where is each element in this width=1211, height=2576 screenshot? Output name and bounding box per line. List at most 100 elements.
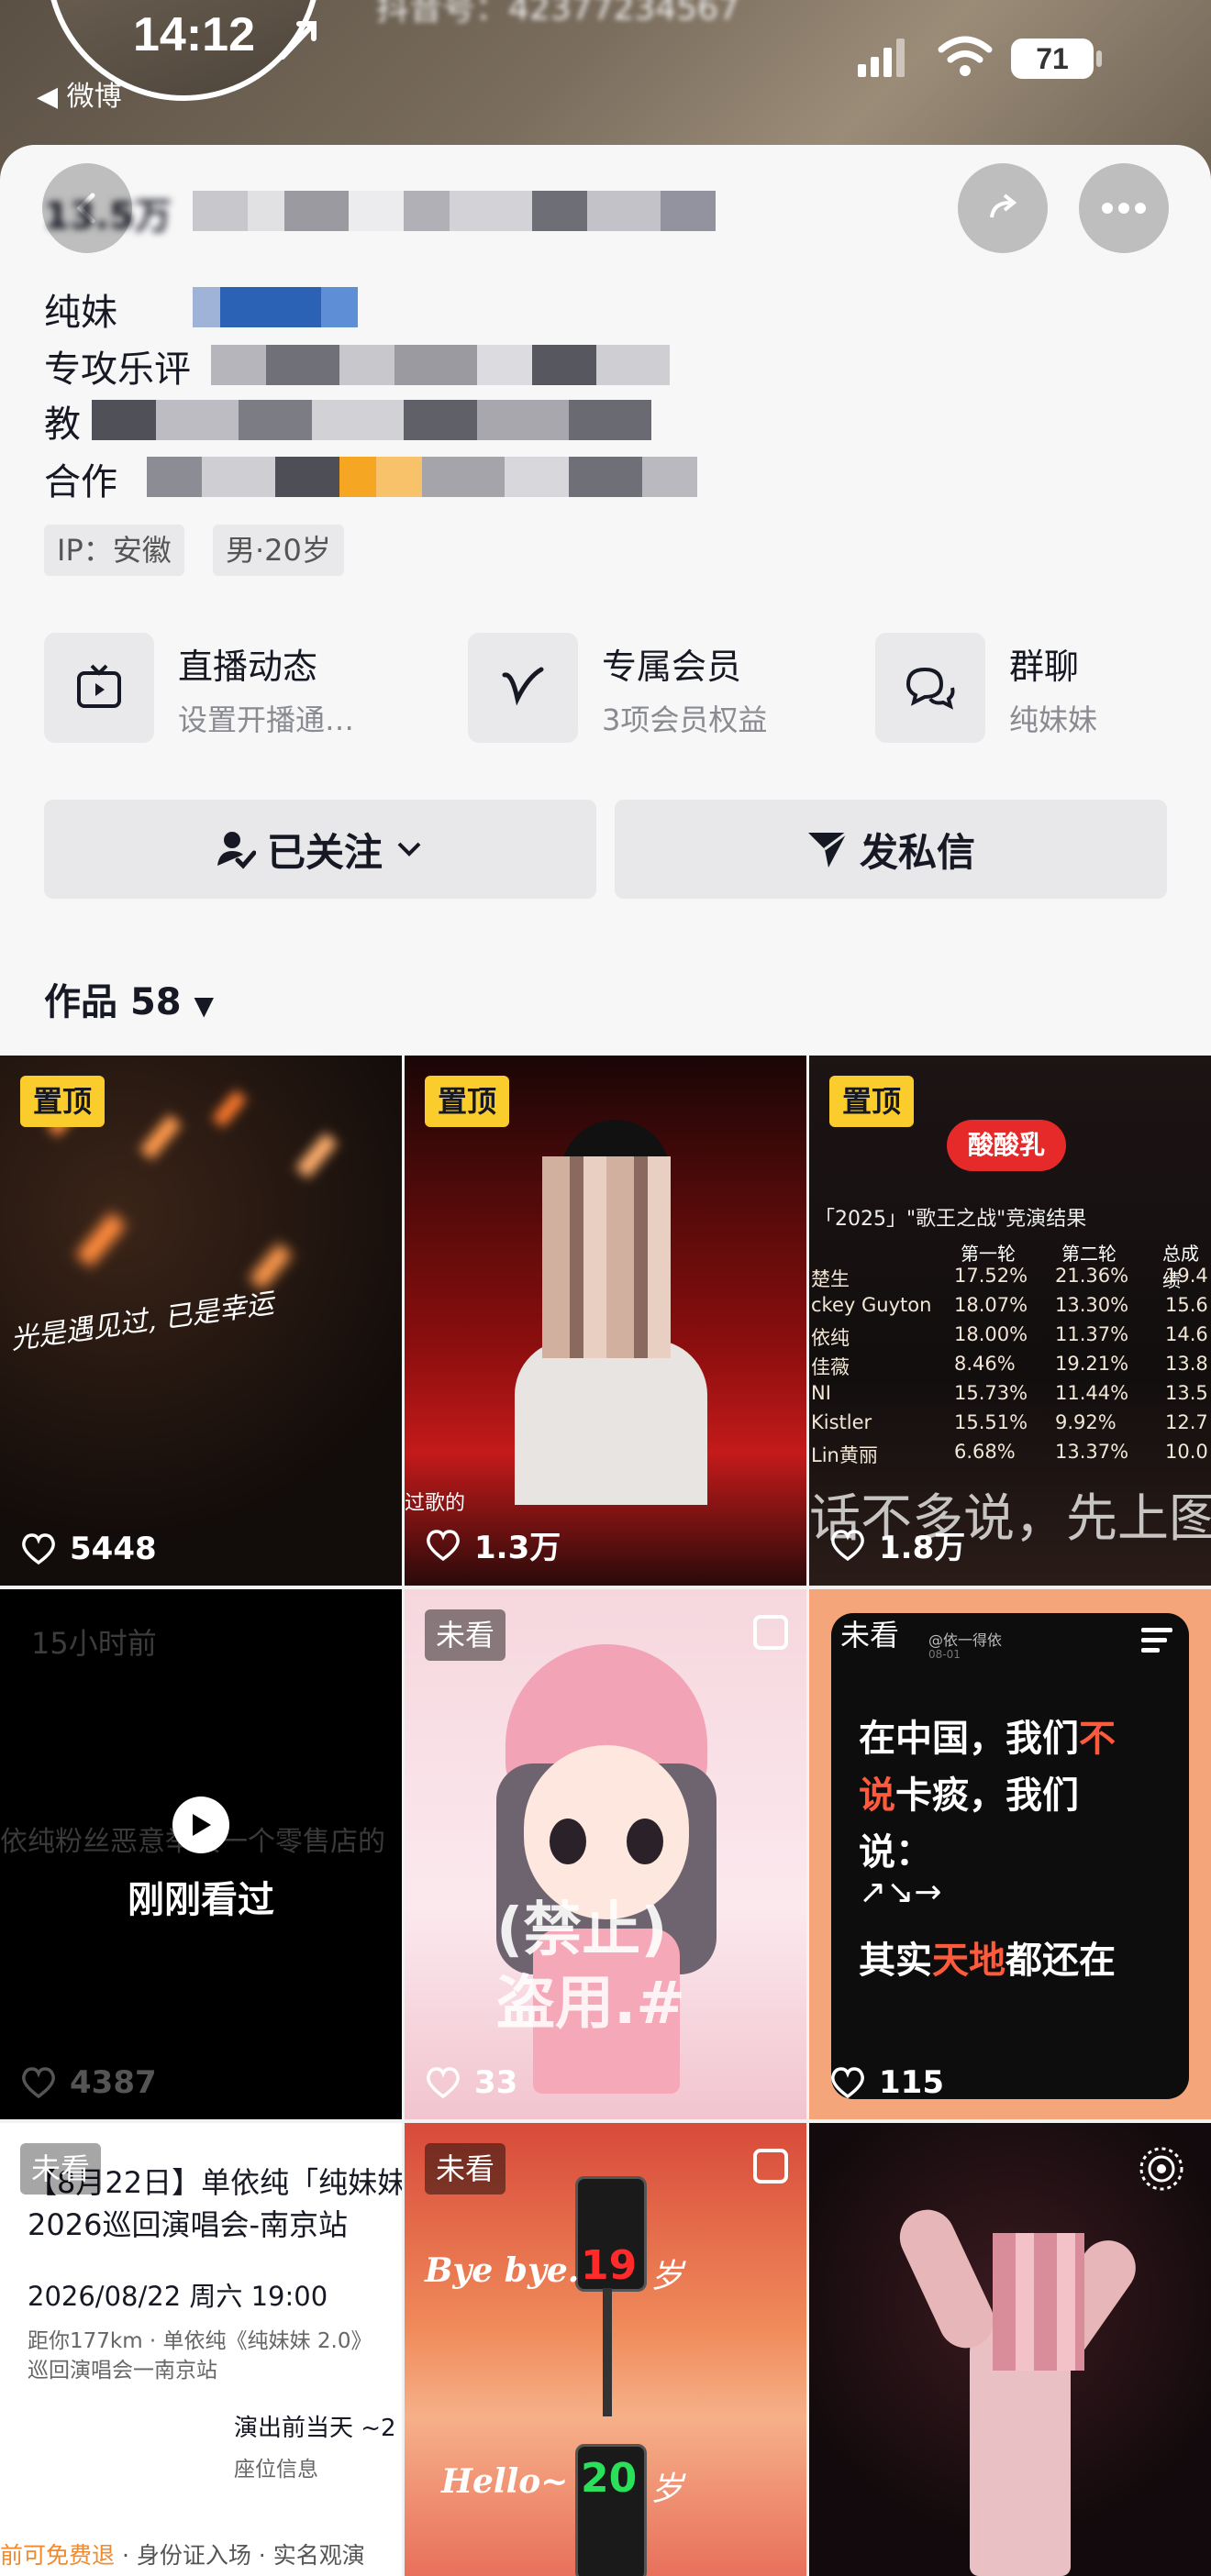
like-count: 4387 [70, 2064, 157, 2101]
results-row: 楚生 17.52% 21.36% 19.4 [811, 1265, 1208, 1290]
traffic-pole [603, 2288, 612, 2416]
ticket-seat-info: 座位信息 [234, 2458, 318, 2482]
heart-icon [831, 2067, 864, 2099]
like-count: 33 [474, 2064, 518, 2101]
unseen-badge: 未看 [840, 1618, 900, 1653]
tile-6-line-1: 在中国，我们不 [859, 1718, 1116, 1760]
video-tile-4[interactable]: 15小时前 依纯粉丝恶意举报一个零售店的 刚刚看过 4387 [0, 1589, 402, 2119]
watched-label: 刚刚看过 [128, 1879, 274, 1921]
tile-6-handle: @依一得依 [928, 1631, 1003, 1649]
bye-text: Bye bye. [425, 2251, 580, 2290]
back-app-label: 微博 [66, 81, 122, 113]
play-circle-icon [172, 1797, 229, 1853]
ticket-distance-2: 巡回演唱会一南京站 [28, 2359, 217, 2383]
video-tile-2[interactable]: 过歌的 置顶 1.3万 [405, 1056, 806, 1586]
video-tile-7[interactable]: 【8月22日】单依纯「纯妹妹 2026巡回演唱会-南京站 2026/08/22 … [0, 2123, 402, 2576]
bio-mosaic-4 [147, 457, 697, 497]
tile-6-likes: 115 [829, 2064, 944, 2101]
tile-5-likes: 33 [425, 2064, 517, 2101]
bio-line-4-text: 合作 [44, 461, 117, 503]
ticket-refund: 演出前当天 ~2 [234, 2415, 396, 2442]
age-19: 19 [581, 2242, 638, 2289]
video-tile-1[interactable]: 光是遇见过, 已是幸运 置顶 5448 [0, 1056, 402, 1586]
heart-icon [427, 1529, 460, 1561]
tile-6-line-4: 其实天地都还在 [859, 1940, 1116, 1982]
tile-6-line-2: 说卡痰，我们 [859, 1774, 1079, 1817]
status-bar: 14:12 ◀ 微博 71 [0, 0, 1211, 138]
group-chat-icon [905, 667, 955, 710]
works-header[interactable]: 作品 58 ▼ [44, 972, 214, 1025]
share-button[interactable] [958, 163, 1048, 253]
profile-card: 13.5万 纯妹 专攻乐评 教 合作 IP：安徽 男·20岁 直播动态 设置开播… [0, 145, 1211, 1062]
heart-icon [22, 1533, 55, 1565]
feature-live-icon-box [44, 633, 154, 743]
heart-icon [831, 1529, 864, 1561]
tile-5-overlay-1: (禁止) [496, 1896, 668, 1964]
share-icon [990, 193, 1017, 218]
unseen-badge: 未看 [20, 2143, 102, 2195]
select-checkbox[interactable] [753, 2149, 788, 2184]
status-time: 14:12 [133, 8, 255, 61]
video-tile-9[interactable] [809, 2123, 1211, 2576]
video-tile-8[interactable]: Bye bye. 19 岁 Hello~ 20 岁 未看 [405, 2123, 806, 2576]
hello-text: Hello~ [441, 2462, 569, 2501]
location-arrow-icon [280, 21, 317, 60]
face-mosaic [542, 1156, 671, 1358]
arrows-icon: ↗↘→ [859, 1874, 942, 1911]
chevron-down-icon [397, 842, 421, 857]
live-photo-icon [1139, 2147, 1183, 2191]
bio-mosaic-2 [211, 345, 670, 385]
tile-6-line-3: 说： [859, 1831, 932, 1874]
bio-line-4: 合作 [44, 452, 117, 505]
ticket-date: 2026/08/22 周六 19:00 [28, 2281, 328, 2312]
tile-6-date: 08-01 [928, 1648, 961, 1661]
more-button[interactable] [1079, 163, 1169, 253]
name-mosaic [193, 287, 358, 327]
gender-age-tag: 男·20岁 [213, 525, 344, 576]
results-row: 依纯 18.00% 11.37% 14.6 [811, 1323, 1208, 1349]
results-row: ckey Guyton 18.07% 13.30% 15.6 [811, 1294, 1208, 1316]
heart-icon [22, 2067, 55, 2099]
results-title: 「2025」"歌王之战"竞演结果 [815, 1208, 1087, 1231]
user-check-icon [217, 832, 256, 869]
feature-member-subtitle: 3项会员权益 [602, 702, 768, 737]
profile-stats: 13.5万 [44, 195, 172, 238]
results-row: 佳薇 8.46% 19.21% 13.8 [811, 1353, 1208, 1378]
feature-group-title: 群聊 [1009, 647, 1080, 687]
feature-live-subtitle: 设置开播通… [178, 702, 355, 737]
tile-4-likes: 4387 [20, 2064, 157, 2101]
age-20: 20 [581, 2455, 638, 2502]
tile-4-time: 15小时前 [31, 1626, 157, 1661]
bio-line-2-text: 专攻乐评 [44, 348, 191, 391]
col-round1: 第一轮 [961, 1243, 1016, 1265]
feature-group-subtitle: 纯妹妹 [1009, 702, 1098, 737]
pinned-badge: 置顶 [20, 1076, 106, 1127]
follow-button[interactable]: 已关注 [44, 800, 596, 899]
like-count: 115 [879, 2064, 944, 2101]
message-label: 发私信 [859, 829, 975, 875]
age-20-unit: 岁 [650, 2471, 684, 2508]
video-tile-5[interactable]: (禁止) 盗用.# 未看 33 [405, 1589, 806, 2119]
heart-icon [427, 2067, 460, 2099]
feature-group-icon-box [875, 633, 985, 743]
results-row: Lin黄丽 6.68% 13.37% 10.0 [811, 1441, 1208, 1466]
feature-live-title: 直播动态 [178, 647, 318, 687]
video-tile-6[interactable]: @依一得依 08-01 在中国，我们不 说卡痰，我们 说： ↗↘→ 其实天地都还… [809, 1589, 1211, 2119]
tile-2-likes: 1.3万 [425, 1522, 561, 1567]
battery-level: 71 [1036, 42, 1069, 75]
results-table: 楚生 17.52% 21.36% 19.4 ckey Guyton 18.07% 13.3… [809, 1265, 1211, 1470]
face-mosaic [993, 2233, 1084, 2371]
video-tile-3[interactable]: 酸酸乳 「2025」"歌王之战"竞演结果 第一轮 第二轮 总成绩 楚生 17.52… [809, 1056, 1211, 1586]
feature-member-icon-box [468, 633, 578, 743]
member-v-icon [502, 667, 544, 706]
profile-name: 纯妹 [44, 282, 117, 336]
battery-cap [1096, 50, 1102, 67]
back-to-weibo[interactable]: ◀ 微博 [37, 73, 122, 114]
ticket-distance: 距你177km · 单依纯《纯妹妹 2.0》 [28, 2329, 372, 2353]
follow-label: 已关注 [266, 829, 383, 875]
message-button[interactable]: 发私信 [615, 800, 1167, 899]
tile-5-overlay-2: 盗用.# [496, 1970, 685, 2038]
paper-plane-icon [807, 831, 848, 868]
sponsor-logo: 酸酸乳 [947, 1120, 1066, 1171]
select-checkbox[interactable] [753, 1615, 788, 1650]
